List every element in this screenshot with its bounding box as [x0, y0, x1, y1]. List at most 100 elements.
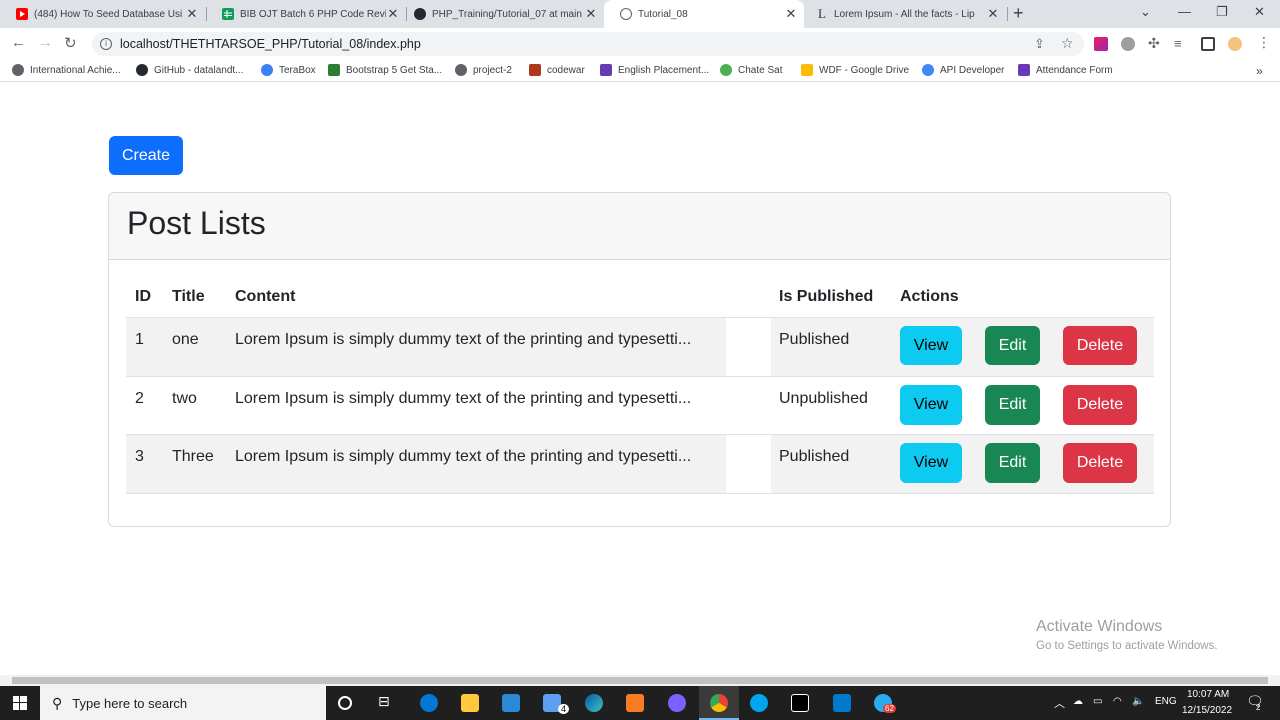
bookmark-item[interactable]: codewar — [529, 64, 585, 76]
bookmark-item[interactable]: Bootstrap 5 Get Sta... — [328, 64, 442, 76]
bookmark-label: Attendance Form — [1036, 64, 1113, 76]
store-icon[interactable] — [502, 694, 520, 712]
edge-dev-icon[interactable] — [585, 694, 603, 712]
extension-icon[interactable] — [1094, 37, 1108, 51]
close-icon[interactable]: ✕ — [784, 6, 798, 22]
view-button[interactable]: View — [900, 443, 962, 483]
taskbar-search[interactable]: ⚲ Type here to search — [40, 686, 326, 720]
bookmark-star-icon[interactable]: ☆ — [1061, 35, 1074, 52]
page-title: Post Lists — [127, 205, 266, 241]
scrollbar-thumb[interactable] — [12, 677, 1268, 684]
w-icon — [328, 64, 340, 76]
cloud-icon[interactable]: ☁ — [1073, 696, 1083, 707]
new-tab-button[interactable]: + — [1013, 3, 1024, 24]
column-header-id: ID — [135, 288, 151, 305]
cell-content: Lorem Ipsum is simply dummy text of the … — [235, 331, 692, 348]
edit-button[interactable]: Edit — [985, 443, 1040, 483]
minimize-icon[interactable]: — — [1178, 4, 1191, 19]
bookmark-item[interactable]: WDF - Google Drive — [801, 64, 909, 76]
tab-title: (484) How To Seed Database Usi — [34, 8, 183, 20]
create-button[interactable]: Create — [109, 136, 183, 175]
file-explorer-icon[interactable] — [461, 694, 479, 712]
chevron-up-icon[interactable]: ︿ — [1054, 695, 1065, 711]
language-indicator[interactable]: ENG — [1155, 696, 1177, 707]
window-close-icon[interactable]: ✕ — [1254, 4, 1265, 20]
view-button[interactable]: View — [900, 326, 962, 365]
reload-icon[interactable]: ↻ — [64, 34, 77, 52]
close-icon[interactable]: ✕ — [584, 6, 598, 22]
delete-button[interactable]: Delete — [1063, 385, 1137, 425]
avatar[interactable] — [1228, 37, 1242, 51]
cell-title: Three — [172, 448, 214, 465]
cortana-icon[interactable] — [338, 696, 352, 710]
clock-time[interactable]: 10:07 AM — [1187, 689, 1229, 700]
tab-github[interactable]: PHP_Training/Tutorial_07 at main ✕ — [398, 0, 604, 28]
bookmark-item[interactable]: English Placement... — [600, 64, 709, 76]
globe-icon — [455, 64, 467, 76]
extension-icon[interactable] — [1121, 37, 1135, 51]
volume-icon[interactable]: 🔈 — [1132, 696, 1144, 707]
bookmark-item[interactable]: International Achie... — [12, 64, 121, 76]
tab-youtube[interactable]: (484) How To Seed Database Usi ✕ — [0, 0, 205, 28]
notification-icon[interactable]: 🗨 — [1246, 693, 1264, 710]
address-url: localhost/THETHTARSOE_PHP/Tutorial_08/in… — [120, 37, 421, 51]
share-icon[interactable]: ⇪ — [1034, 36, 1045, 52]
notification-count: 2 — [1256, 703, 1261, 712]
skype-icon[interactable] — [750, 694, 768, 712]
terabox-icon — [261, 64, 273, 76]
vscode-icon[interactable] — [833, 694, 851, 712]
tab-lipsum[interactable]: L Lorem Ipsum - All the facts - Lip ✕ — [800, 0, 1006, 28]
bookmark-label: project-2 — [473, 64, 512, 76]
bookmark-item[interactable]: TeraBox — [261, 64, 316, 76]
bookmark-item[interactable]: GitHub - datalandt... — [136, 64, 244, 76]
menu-icon[interactable]: ⋮ — [1257, 34, 1271, 51]
bookmarks-bar: International Achie... GitHub - dataland… — [0, 60, 1280, 82]
delete-button[interactable]: Delete — [1063, 443, 1137, 483]
tab-search-icon[interactable]: ⌄ — [1140, 4, 1151, 20]
bookmark-label: International Achie... — [30, 64, 121, 76]
edge-icon[interactable] — [420, 694, 438, 712]
horizontal-scrollbar[interactable] — [0, 675, 1280, 686]
telegram-badge: 62 — [883, 704, 896, 713]
bookmark-item[interactable]: Attendance Form — [1018, 64, 1113, 76]
edit-button[interactable]: Edit — [985, 326, 1040, 365]
github-icon — [414, 8, 426, 20]
reading-list-icon[interactable]: ≡ — [1174, 36, 1182, 51]
windows-start-icon[interactable] — [13, 696, 27, 710]
app-icon[interactable] — [668, 694, 686, 712]
view-button[interactable]: View — [900, 385, 962, 425]
close-icon[interactable]: ✕ — [986, 6, 1000, 22]
tab-tutorial-08[interactable]: Tutorial_08 ✕ — [604, 0, 804, 28]
edge-badge: 4 — [558, 704, 570, 714]
cell-status: Published — [779, 331, 850, 348]
info-icon[interactable]: i — [100, 38, 112, 50]
address-bar[interactable]: i localhost/THETHTARSOE_PHP/Tutorial_08/… — [92, 32, 1084, 56]
edit-button[interactable]: Edit — [985, 385, 1040, 425]
chrome-taskbar-item[interactable] — [699, 686, 739, 720]
task-view-icon[interactable]: ⊟ — [378, 693, 396, 711]
codewars-icon — [529, 64, 541, 76]
delete-button[interactable]: Delete — [1063, 326, 1137, 365]
search-placeholder: Type here to search — [72, 695, 188, 711]
terminal-icon[interactable] — [791, 694, 809, 712]
tab-sheets[interactable]: BIB OJT Batch 6 PHP Code Revie ✕ — [206, 0, 406, 28]
browser-toolbar: ← → ↻ i localhost/THETHTARSOE_PHP/Tutori… — [0, 28, 1280, 60]
youtube-icon — [16, 8, 28, 20]
side-panel-icon[interactable] — [1201, 37, 1215, 51]
wifi-icon[interactable]: ◠ — [1113, 696, 1122, 707]
bookmark-label: TeraBox — [279, 64, 316, 76]
back-icon[interactable]: ← — [11, 34, 26, 51]
bookmark-item[interactable]: API Developer — [922, 64, 1004, 76]
clock-date[interactable]: 12/15/2022 — [1182, 705, 1232, 716]
close-icon[interactable]: ✕ — [185, 6, 199, 22]
puzzle-icon[interactable]: ✣ — [1148, 35, 1160, 52]
bookmark-item[interactable]: Chate Sat — [720, 64, 782, 76]
bookmark-label: Chate Sat — [738, 64, 783, 76]
forward-icon[interactable]: → — [38, 34, 53, 51]
restore-icon[interactable]: ❐ — [1216, 4, 1228, 20]
bookmark-item[interactable]: project-2 — [455, 64, 512, 76]
battery-icon[interactable]: ▭ — [1093, 696, 1102, 707]
cell-id: 1 — [135, 331, 144, 348]
xampp-icon[interactable] — [626, 694, 644, 712]
more-bookmarks-icon[interactable]: » — [1256, 64, 1263, 78]
